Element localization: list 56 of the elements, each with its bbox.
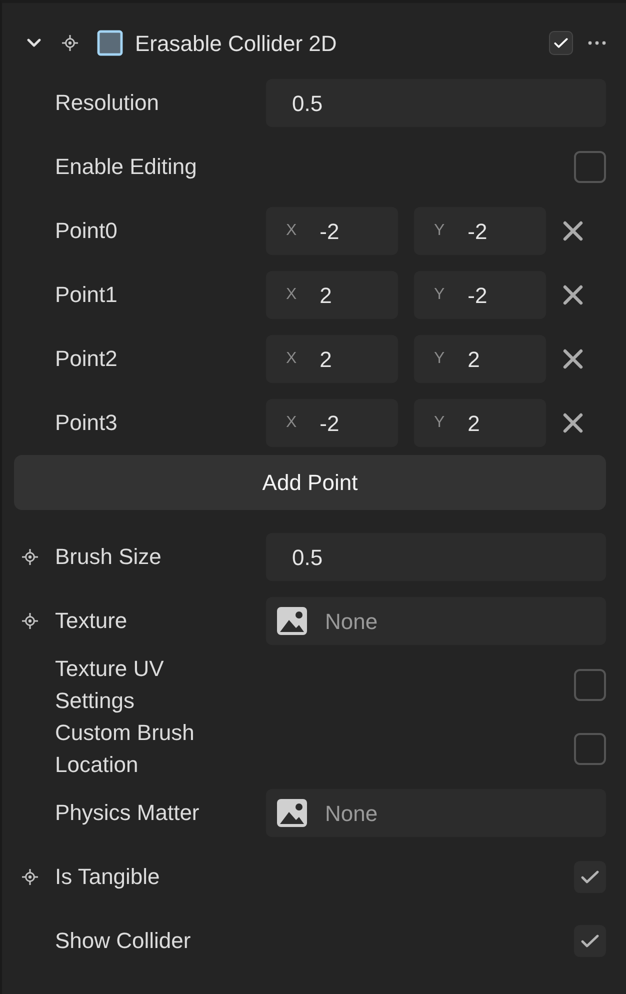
coordinate-field[interactable]: Y -2 [414,207,546,255]
image-icon [277,607,307,635]
property-label: Point2 [55,345,118,373]
property-label: Custom Brush Location [55,719,196,779]
check-icon [581,870,599,884]
image-icon [277,799,307,827]
property-label: Point0 [55,217,118,245]
enable-checkbox[interactable] [549,31,573,55]
property-label: Point3 [55,409,118,437]
more-icon[interactable] [588,41,606,45]
number-field[interactable]: 0.5 [266,79,606,127]
coordinate-field[interactable]: Y -2 [414,271,546,319]
check-icon [554,37,568,49]
coordinate-field[interactable]: Y 2 [414,335,546,383]
property-label: Brush Size [55,543,162,571]
coordinate-field[interactable]: Y 2 [414,399,546,447]
checkbox[interactable] [574,861,606,893]
target-icon[interactable] [62,35,78,51]
checkbox[interactable] [574,151,606,183]
property-label: Is Tangible [55,863,160,891]
axis-label: X [286,285,297,305]
property-label: Texture UV Settings [55,655,165,715]
square-icon [97,30,123,56]
asset-field[interactable]: None [266,789,606,837]
property-label: Physics Matter [55,799,200,827]
coordinate-field[interactable]: X -2 [266,399,398,447]
checkbox[interactable] [574,669,606,701]
axis-label: X [286,221,297,241]
target-icon[interactable] [22,613,38,629]
close-icon[interactable] [562,284,584,306]
close-icon[interactable] [562,348,584,370]
component-title: Erasable Collider 2D [135,30,337,58]
add-point-button[interactable]: Add Point [14,455,606,510]
checkbox[interactable] [574,733,606,765]
coordinate-field[interactable]: X 2 [266,335,398,383]
property-label: Enable Editing [55,153,197,181]
coordinate-field[interactable]: X -2 [266,207,398,255]
number-field[interactable]: 0.5 [266,533,606,581]
property-label: Show Collider [55,927,191,955]
property-label: Texture [55,607,128,635]
property-label: Resolution [55,89,159,117]
axis-label: X [286,349,297,369]
close-icon[interactable] [562,412,584,434]
asset-field[interactable]: None [266,597,606,645]
close-icon[interactable] [562,220,584,242]
target-icon[interactable] [22,869,38,885]
check-icon [581,934,599,948]
axis-label: Y [434,413,445,433]
axis-label: Y [434,349,445,369]
target-icon[interactable] [22,549,38,565]
axis-label: X [286,413,297,433]
axis-label: Y [434,285,445,305]
property-label: Point1 [55,281,118,309]
axis-label: Y [434,221,445,241]
coordinate-field[interactable]: X 2 [266,271,398,319]
checkbox[interactable] [574,925,606,957]
